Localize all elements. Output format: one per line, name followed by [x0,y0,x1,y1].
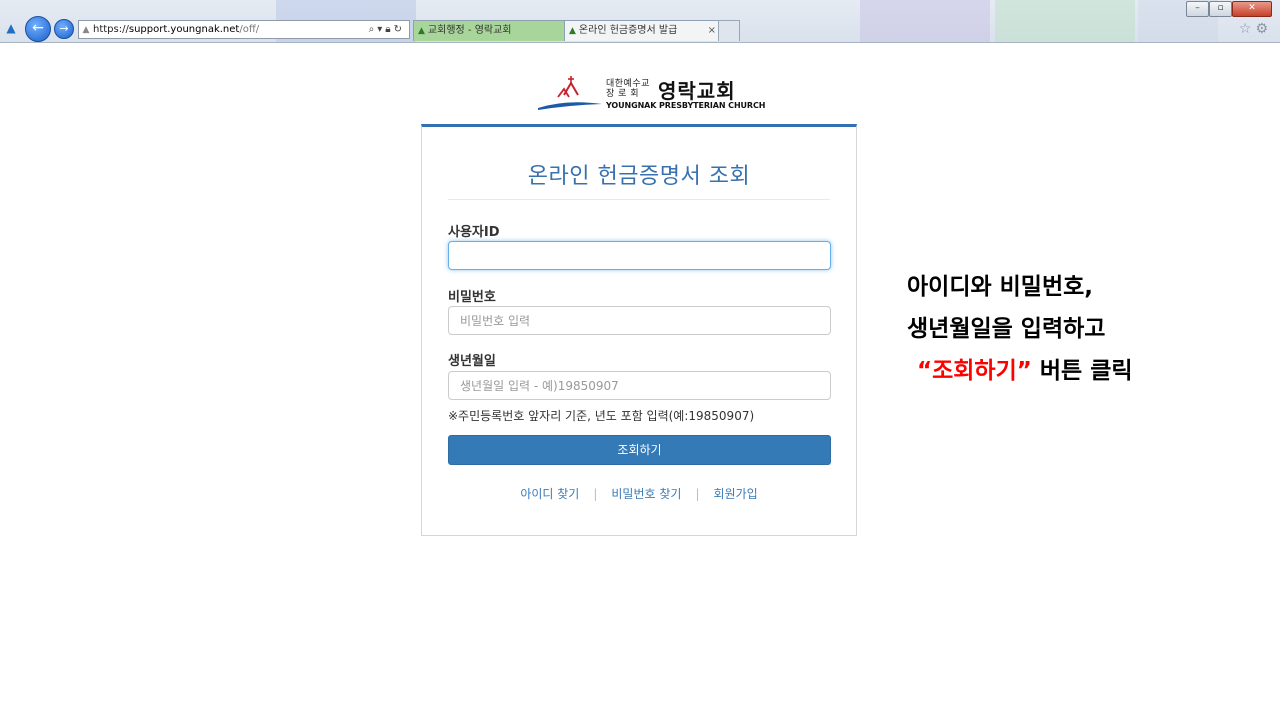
birthdate-hint: ※주민등록번호 앞자리 기준, 년도 포함 입력(예:19850907) [448,409,755,423]
lock-icon[interactable]: 🔒︎ [385,24,393,35]
tab-label: 교회행정 - 영락교회 [427,25,512,36]
address-tools: ⌕▾🔒︎↻ [369,21,405,38]
maximize-button[interactable]: ▫ [1209,1,1232,17]
denomination-label: 대한예수교 장 로 회 [606,79,650,99]
user-id-input[interactable] [448,241,831,270]
browser-chrome: ▲ ← → ▲ https://support.youngnak.net/off/… [0,0,1280,43]
find-id-link[interactable]: 아이디 찾기 [520,487,579,501]
close-window-button[interactable]: ✕ [1232,1,1272,17]
arrow-left-icon: ← [32,20,44,36]
user-id-label: 사용자ID [448,225,500,240]
login-card: 온라인 헌금증명서 조회 사용자ID 비밀번호 생년월일 ※주민등록번호 앞자리… [421,124,857,536]
instruction-line: 아이디와 비밀번호, [907,274,1094,300]
search-icon[interactable]: ⌕ [369,24,378,35]
account-links: 아이디 찾기 | 비밀번호 찾기 | 회원가입 [422,485,856,502]
tab-favicon-icon: ▲ [418,26,425,36]
back-button[interactable]: ← [25,16,51,42]
page-title: 온라인 헌금증명서 조회 [527,164,751,189]
link-separator: | [593,487,598,501]
url-host: support.youngnak.net [128,24,240,35]
birthdate-input[interactable] [448,371,831,400]
minimize-button[interactable]: – [1186,1,1209,17]
gear-icon[interactable]: ⚙ [1255,21,1272,37]
password-input[interactable] [448,306,831,335]
instruction-highlight: “조회하기” [917,358,1032,384]
arrow-right-icon: → [59,22,69,35]
new-tab-button[interactable] [718,20,740,41]
birthdate-label: 생년월일 [448,354,496,369]
password-label: 비밀번호 [448,290,496,305]
desktop-backdrop [995,0,1135,42]
window-controls: – ▫ ✕ [1186,1,1272,17]
instruction-annotation: 아이디와 비밀번호, 생년월일을 입력하고 “조회하기” 버튼 클릭 [907,271,1207,397]
close-tab-icon[interactable]: × [708,21,716,41]
page-icon: ▲ [82,25,90,35]
find-password-link[interactable]: 비밀번호 찾기 [611,487,681,501]
instruction-line: 생년월일을 입력하고 [907,316,1106,342]
church-name: 영락교회 [658,79,736,103]
address-bar[interactable]: ▲ https://support.youngnak.net/off/ ⌕▾🔒︎↻ [78,20,410,39]
title-divider [448,199,830,200]
refresh-icon[interactable]: ↻ [394,24,405,35]
link-separator: | [695,487,700,501]
church-emblem-icon [538,76,602,110]
tab-offering-certificate[interactable]: ▲ 온라인 헌금증명서 발급 × [564,20,722,41]
site-favicon-icon: ▲ [6,21,16,35]
signup-link[interactable]: 회원가입 [714,487,758,501]
search-submit-button[interactable]: 조회하기 [448,435,831,465]
star-icon[interactable]: ☆ [1239,21,1256,37]
tab-favicon-icon: ▲ [569,26,576,36]
url-path: /off/ [239,24,260,35]
instruction-rest: 버튼 클릭 [1031,358,1133,384]
forward-button[interactable]: → [54,19,74,39]
tab-church-admin[interactable]: ▲ 교회행정 - 영락교회 [413,20,565,41]
church-logo: 대한예수교 장 로 회 영락교회 YOUNGNAK PRESBYTERIAN C… [536,75,765,113]
church-name-english: YOUNGNAK PRESBYTERIAN CHURCH [606,101,766,110]
browser-tools: ☆⚙ [1239,21,1272,37]
url-scheme: https:// [93,24,129,35]
instruction-line: “조회하기” 버튼 클릭 [907,355,1207,397]
tab-label: 온라인 헌금증명서 발급 [578,25,678,36]
desktop-backdrop [860,0,990,42]
